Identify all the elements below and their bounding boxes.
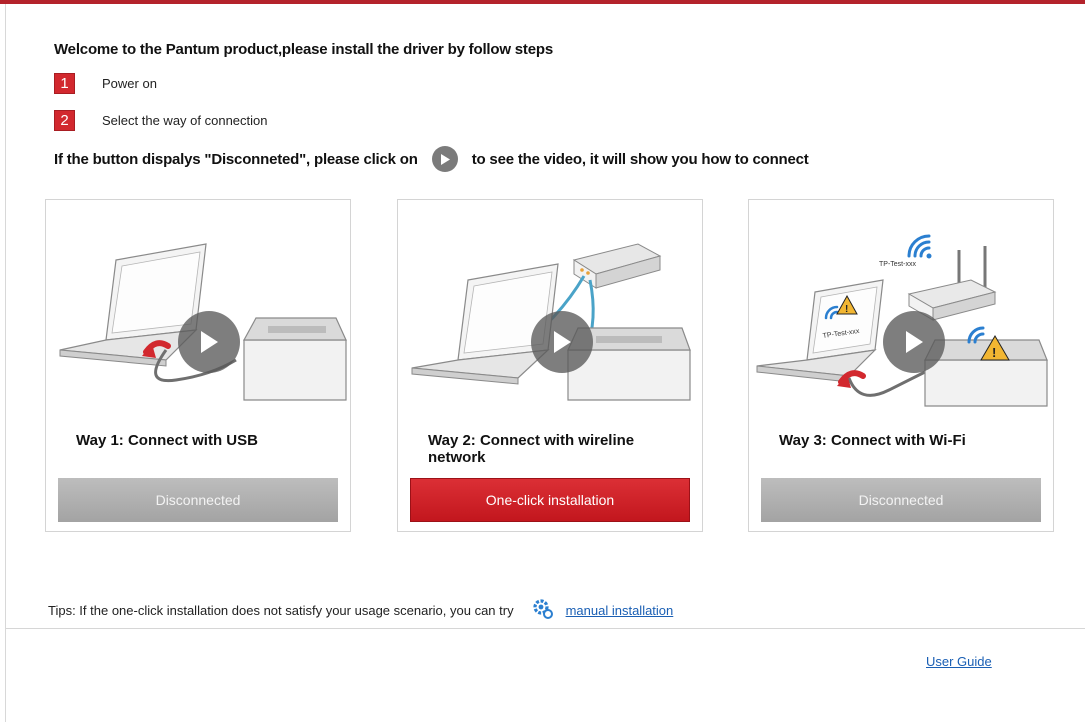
step-2: 2 Select the way of connection bbox=[54, 109, 268, 131]
connection-card-wifi: TP-Test-xxx TP-Test-xxx ! ! Way 3: Conne… bbox=[748, 199, 1054, 532]
connection-card-wireline: Way 2: Connect with wireline network One… bbox=[397, 199, 703, 532]
hint-text-before: If the button dispalys "Disconneted", pl… bbox=[54, 150, 418, 168]
wifi-connect-button[interactable]: Disconnected bbox=[761, 478, 1041, 522]
play-video-button[interactable] bbox=[531, 311, 593, 373]
card-caption: Way 3: Connect with Wi-Fi bbox=[779, 432, 966, 449]
step-1: 1 Power on bbox=[54, 72, 157, 94]
footer-divider bbox=[6, 628, 1085, 629]
router-ssid-label: TP-Test-xxx bbox=[879, 261, 916, 268]
step-label: Power on bbox=[102, 75, 157, 91]
one-click-installation-button[interactable]: One-click installation bbox=[410, 478, 690, 522]
manual-installation-link[interactable]: manual installation bbox=[566, 603, 674, 618]
window-top-border bbox=[0, 0, 1085, 4]
connection-card-usb: Way 1: Connect with USB Disconnected bbox=[45, 199, 351, 532]
step-label: Select the way of connection bbox=[102, 112, 268, 128]
wireline-connection-illustration bbox=[411, 243, 691, 401]
card-caption: Way 1: Connect with USB bbox=[76, 432, 258, 449]
usb-connection-illustration bbox=[59, 243, 347, 401]
hint-text-after: to see the video, it will show you how t… bbox=[471, 150, 809, 168]
svg-text:!: ! bbox=[992, 345, 996, 360]
svg-text:!: ! bbox=[845, 304, 848, 315]
user-guide-link[interactable]: User Guide bbox=[926, 654, 992, 669]
tips-text: Tips: If the one-click installation does… bbox=[48, 603, 514, 618]
usb-connect-button[interactable]: Disconnected bbox=[58, 478, 338, 522]
step-number-badge: 2 bbox=[54, 109, 75, 131]
play-video-button[interactable] bbox=[883, 311, 945, 373]
tips-row: Tips: If the one-click installation does… bbox=[48, 598, 673, 623]
play-video-button[interactable] bbox=[178, 311, 240, 373]
step-number-badge: 1 bbox=[54, 72, 75, 94]
card-caption: Way 2: Connect with wireline network bbox=[428, 432, 635, 466]
video-hint: If the button dispalys "Disconneted", pl… bbox=[54, 146, 809, 172]
wifi-icon bbox=[907, 234, 931, 258]
play-icon bbox=[431, 146, 458, 172]
gear-search-icon bbox=[532, 598, 554, 623]
window-left-border bbox=[5, 4, 6, 722]
welcome-heading: Welcome to the Pantum product,please ins… bbox=[54, 41, 553, 58]
wifi-connection-illustration: TP-Test-xxx TP-Test-xxx ! ! bbox=[756, 234, 1048, 407]
